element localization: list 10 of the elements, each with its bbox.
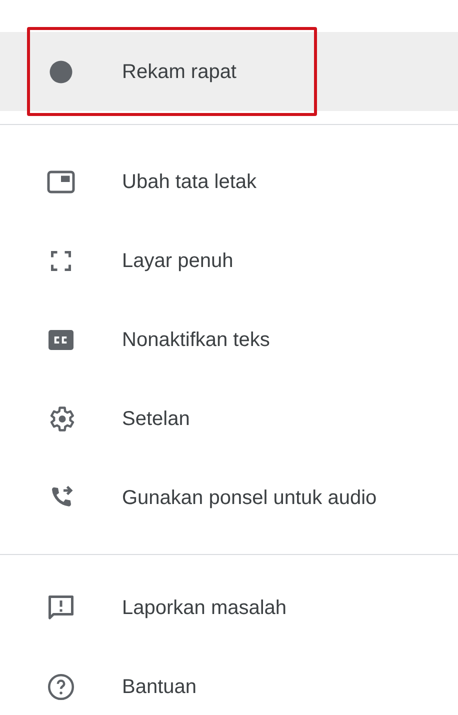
menu-item-label: Setelan [122,406,190,432]
menu-item-label: Nonaktifkan teks [122,328,270,352]
menu-item-label: Gunakan ponsel untuk audio [122,486,377,510]
menu-item-label: Rekam rapat [122,60,236,84]
report-icon [46,592,76,622]
menu-item-label: Laporkan masalah [122,596,287,620]
menu-item-label: Ubah tata letak [122,170,257,194]
menu-item-label: Layar penuh [122,248,234,274]
menu-item-label: Bantuan [122,674,197,700]
help-icon [46,672,76,702]
